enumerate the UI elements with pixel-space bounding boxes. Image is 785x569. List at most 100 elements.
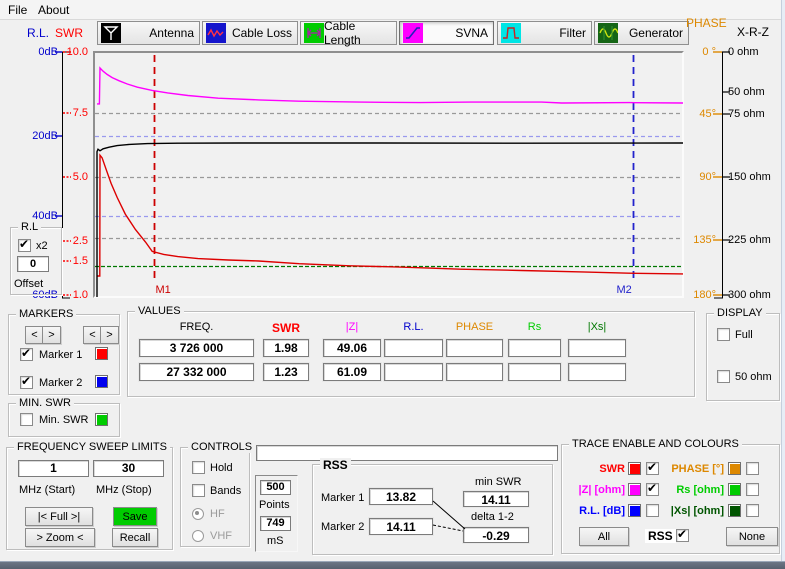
toolbar-button-label: Cable Length (324, 19, 391, 47)
trace-label-1: PHASE [°] (667, 463, 724, 475)
bands-label: Bands (210, 485, 241, 497)
rl-offset-group: R.L x2 0 Offset (10, 227, 62, 295)
rl-offset-title: R.L (18, 221, 41, 233)
marker2-checkbox[interactable] (20, 376, 33, 389)
save-button[interactable]: Save (113, 507, 157, 526)
trace-enable-title: TRACE ENABLE AND COLOURS (569, 438, 742, 450)
rl-offset-input[interactable]: 0 (17, 256, 49, 272)
toolbar-button-cable-loss[interactable]: Cable Loss (202, 21, 298, 45)
hold-checkbox[interactable] (192, 461, 205, 474)
trace-rss-checkbox[interactable] (676, 529, 689, 542)
trace-color-swatch-4[interactable] (628, 504, 641, 517)
trace-rss-label: RSS (645, 529, 676, 543)
values-header-0: FREQ. (139, 321, 254, 333)
marker1-checkbox[interactable] (20, 348, 33, 361)
rl-x2-checkbox[interactable] (18, 239, 31, 252)
trace-none-button[interactable]: None (726, 527, 778, 546)
menu-file[interactable]: File (3, 2, 32, 18)
trace-color-swatch-1[interactable] (728, 462, 741, 475)
points-label: Points (259, 499, 290, 511)
svna-icon (403, 23, 423, 43)
sweep-start-input[interactable]: 1 (18, 460, 89, 477)
generator-icon (598, 23, 618, 43)
sweep-title: FREQUENCY SWEEP LIMITS (14, 441, 170, 453)
values-title: VALUES (135, 305, 184, 317)
hold-label: Hold (210, 462, 233, 474)
trace-checkbox-5[interactable] (746, 504, 759, 517)
chart-plot-area[interactable] (93, 51, 684, 298)
phase-tick-label: 45° (682, 108, 716, 120)
toolbar-button-label: Generator (629, 26, 683, 40)
values-cell-r0c5[interactable] (508, 339, 561, 357)
marker-label-m1: M1 (156, 284, 171, 296)
hf-radio[interactable] (192, 508, 204, 520)
window-bottom-frame (0, 561, 785, 569)
trace-checkbox-4[interactable] (646, 504, 659, 517)
values-header-6: |Xs| (568, 321, 626, 333)
display-full-checkbox[interactable] (717, 328, 730, 341)
trace-label-2: |Z| [ohm] (567, 484, 625, 496)
values-cell-r0c3[interactable] (384, 339, 443, 357)
values-cell-r1c0[interactable]: 27 332 000 (139, 363, 254, 381)
toolbar-button-cable-length[interactable]: Cable Length (300, 21, 397, 45)
zoom-button[interactable]: > Zoom < (25, 528, 95, 547)
values-cell-r1c4[interactable] (446, 363, 503, 381)
toolbar-button-label: Antenna (149, 26, 194, 40)
vhf-radio[interactable] (192, 530, 204, 542)
hf-label: HF (210, 508, 225, 520)
values-cell-r1c3[interactable] (384, 363, 443, 381)
ms-label: mS (267, 535, 284, 547)
ohm-tick-label: 50 ohm (728, 86, 783, 98)
trace-color-swatch-0[interactable] (628, 462, 641, 475)
min-swr-group: MIN. SWR Min. SWR (8, 403, 120, 437)
toolbar-button-label: Cable Loss (232, 26, 292, 40)
trace-label-0: SWR (567, 463, 625, 475)
toolbar-button-generator[interactable]: Generator (594, 21, 689, 45)
values-cell-r0c6[interactable] (568, 339, 626, 357)
values-cell-r0c4[interactable] (446, 339, 503, 357)
trace-color-swatch-5[interactable] (728, 504, 741, 517)
values-header-5: Rs (508, 321, 561, 333)
display-group: DISPLAY Full 50 ohm (706, 313, 780, 401)
trace-label-4: R.L. [dB] (567, 505, 625, 517)
values-cell-r1c5[interactable] (508, 363, 561, 381)
ohm-tick-label: 0 ohm (728, 46, 783, 58)
menu-bar: File About (0, 0, 785, 20)
values-cell-r0c2[interactable]: 49.06 (323, 339, 381, 357)
toolbar-button-filter[interactable]: Filter (497, 21, 592, 45)
min-swr-label: Min. SWR (39, 414, 89, 426)
values-cell-r1c2[interactable]: 61.09 (323, 363, 381, 381)
bands-checkbox[interactable] (192, 484, 205, 497)
trace-checkbox-0[interactable] (646, 462, 659, 475)
sweep-stop-label: MHz (Stop) (96, 484, 152, 496)
display-50ohm-checkbox[interactable] (717, 370, 730, 383)
toolbar-button-svna[interactable]: SVNA (399, 21, 494, 45)
trace-checkbox-3[interactable] (746, 483, 759, 496)
trace-checkbox-1[interactable] (746, 462, 759, 475)
min-swr-color-swatch (95, 413, 108, 426)
values-cell-r0c0[interactable]: 3 726 000 (139, 339, 254, 357)
values-header-3: R.L. (384, 321, 443, 333)
trace-color-swatch-3[interactable] (728, 483, 741, 496)
menu-about[interactable]: About (33, 2, 74, 18)
recall-button[interactable]: Recall (112, 528, 158, 547)
trace-checkbox-2[interactable] (646, 483, 659, 496)
marker-label-m2: M2 (617, 284, 632, 296)
trace-color-swatch-2[interactable] (628, 483, 641, 496)
trace-all-button[interactable]: All (579, 527, 629, 546)
marker2-next-button[interactable]: > (100, 326, 119, 344)
app-window: File About Antenna Cable Loss Cable Length… (0, 0, 785, 569)
toolbar-button-antenna[interactable]: Antenna (97, 21, 200, 45)
values-cell-r1c1[interactable]: 1.23 (263, 363, 309, 381)
marker1-next-button[interactable]: > (42, 326, 61, 344)
values-cell-r0c1[interactable]: 1.98 (263, 339, 309, 357)
sweep-stop-input[interactable]: 30 (93, 460, 164, 477)
toolbar-button-label: SVNA (455, 26, 488, 40)
values-cell-r1c6[interactable] (568, 363, 626, 381)
min-swr-checkbox[interactable] (20, 413, 33, 426)
trace-label-3: Rs [ohm] (667, 484, 724, 496)
swr-tick-label: 1.0 (62, 289, 88, 301)
message-field[interactable] (256, 445, 558, 461)
points-value: 500 (260, 480, 291, 495)
sweep-full-button[interactable]: |< Full >| (25, 507, 93, 526)
